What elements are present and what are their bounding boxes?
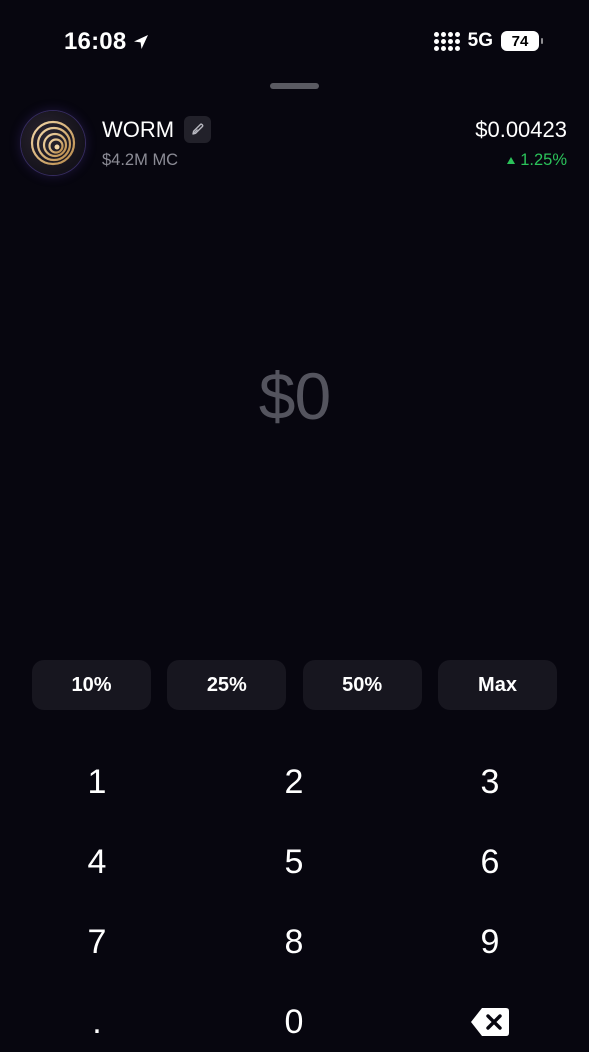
keypad-key-4[interactable]: 4 — [22, 832, 172, 892]
keypad-key-6[interactable]: 6 — [415, 832, 565, 892]
battery-icon: 74 — [501, 31, 543, 51]
up-triangle-icon — [507, 157, 516, 164]
keypad-key-7[interactable]: 7 — [22, 912, 172, 972]
backspace-button[interactable] — [415, 992, 565, 1052]
status-time: 16:08 — [64, 28, 150, 56]
backspace-icon — [471, 1008, 509, 1036]
quick-amount-10-button[interactable]: 10% — [32, 660, 151, 710]
signal-strength-icon — [433, 31, 460, 51]
keypad-key-2[interactable]: 2 — [219, 752, 369, 812]
battery-level: 74 — [511, 32, 529, 50]
edit-token-button[interactable] — [184, 116, 211, 143]
quick-amount-row: 10% 25% 50% Max — [32, 660, 557, 710]
market-cap: $4.2M MC — [102, 151, 179, 169]
network-type: 5G — [467, 30, 493, 51]
keypad-key-8[interactable]: 8 — [219, 912, 369, 972]
price-change: 1.25% — [507, 151, 567, 170]
clock-label: 16:08 — [64, 28, 127, 55]
keypad-key-9[interactable]: 9 — [415, 912, 565, 972]
keypad-key-0[interactable]: 0 — [219, 992, 369, 1052]
keypad-key-3[interactable]: 3 — [415, 752, 565, 812]
location-arrow-icon — [134, 35, 149, 49]
token-price: $0.00423 — [475, 117, 567, 142]
quick-amount-max-button[interactable]: Max — [437, 660, 557, 710]
price-change-value: 1.25% — [520, 151, 567, 169]
token-name: WORM — [102, 117, 175, 142]
keypad-key-decimal[interactable]: . — [22, 992, 172, 1052]
quick-amount-50-button[interactable]: 50% — [302, 660, 422, 710]
keypad-key-5[interactable]: 5 — [219, 832, 369, 892]
pencil-icon — [192, 123, 204, 135]
keypad-key-1[interactable]: 1 — [22, 752, 172, 812]
status-indicators: 5G 74 — [433, 30, 543, 52]
sheet-drag-handle[interactable] — [270, 83, 319, 89]
amount-display: $0 — [258, 359, 331, 433]
quick-amount-25-button[interactable]: 25% — [167, 660, 287, 710]
spiral-logo-icon — [21, 111, 85, 175]
